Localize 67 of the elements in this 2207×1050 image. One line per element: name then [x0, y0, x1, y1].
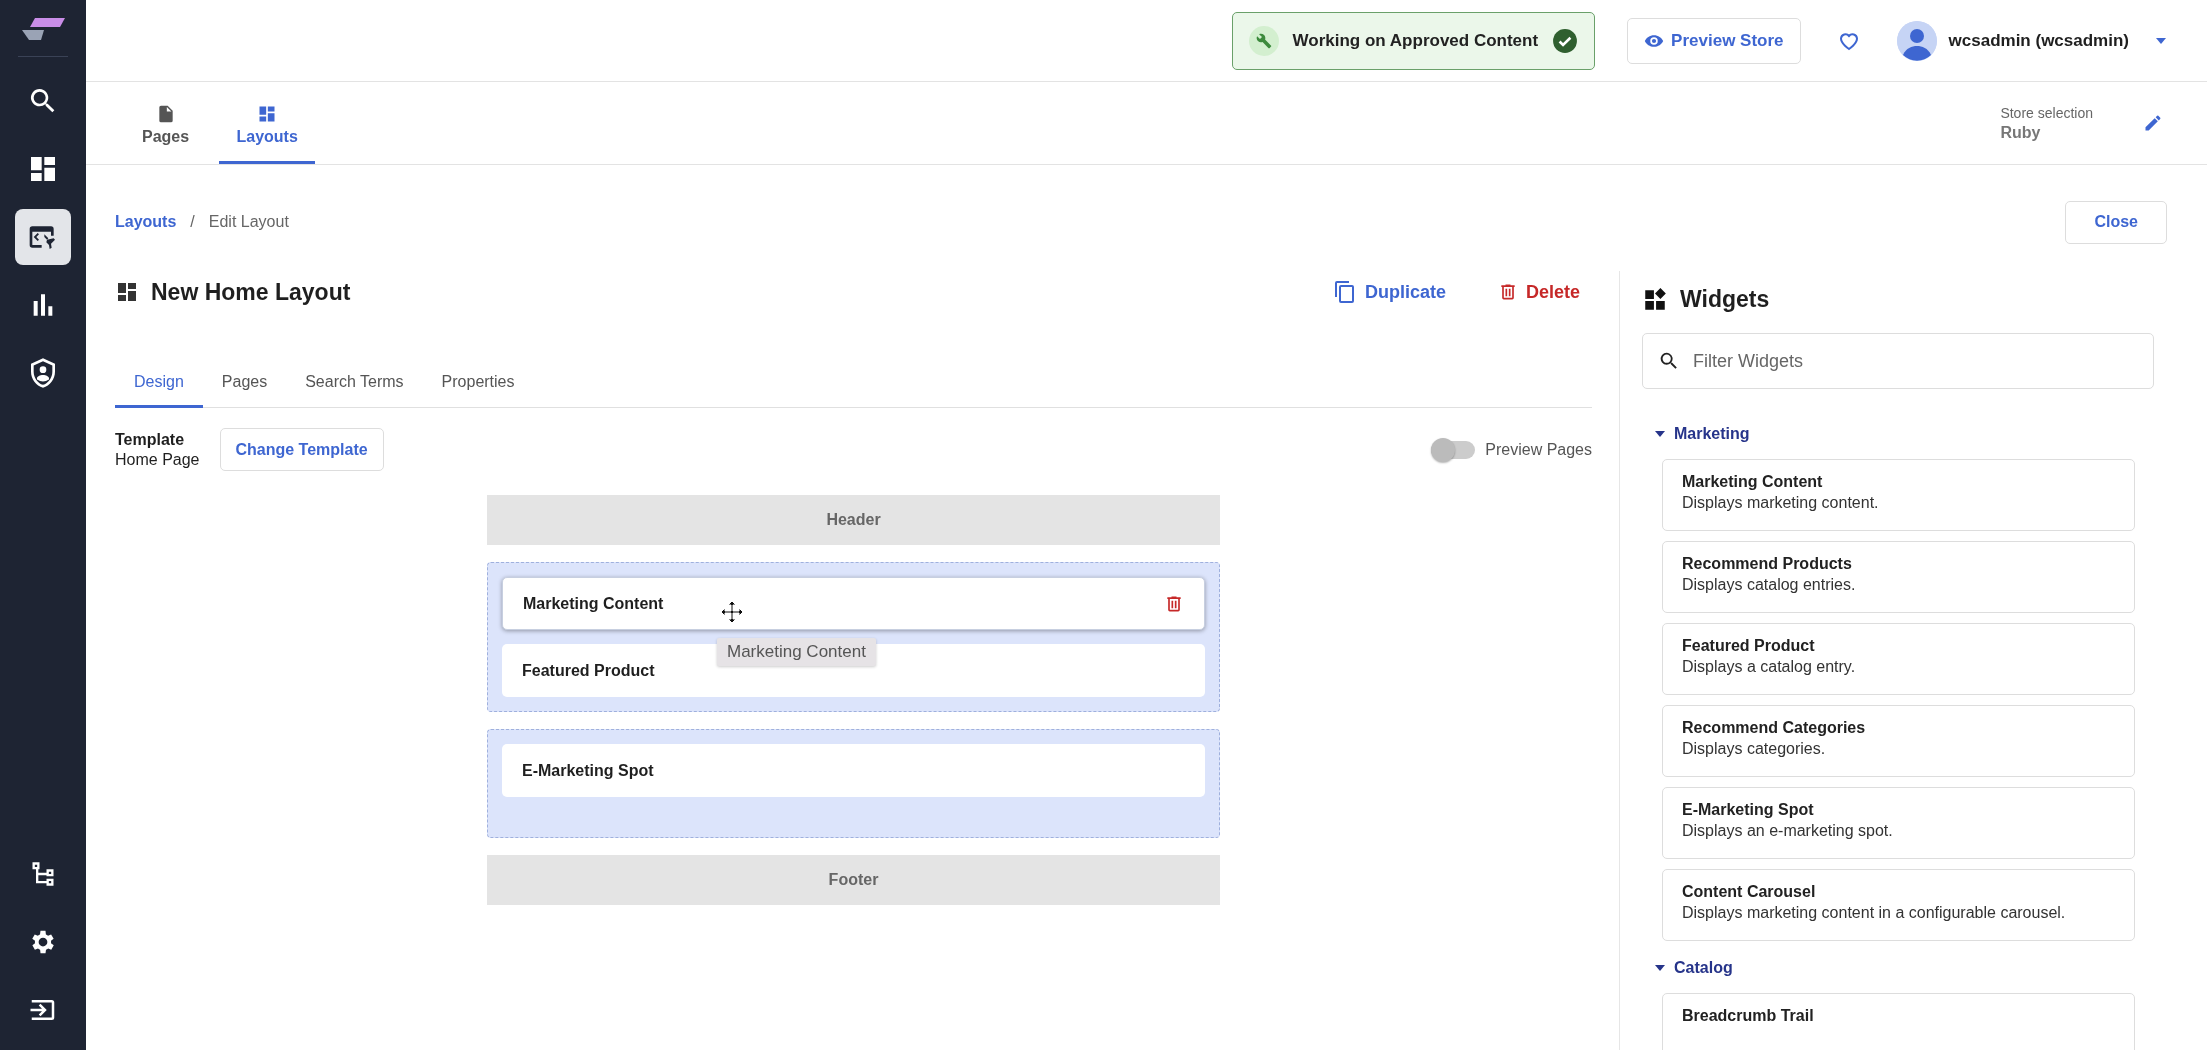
- caret-icon: [1654, 964, 1666, 972]
- toggle-switch[interactable]: [1431, 440, 1476, 459]
- drop-zone[interactable]: E-Marketing Spot: [487, 729, 1220, 838]
- layout-icon: [115, 280, 139, 304]
- wrench-icon: [1255, 32, 1272, 49]
- widget-card[interactable]: Content Carousel Displays marketing content in a configurable carousel.: [1662, 869, 2135, 941]
- pencil-icon: [2143, 113, 2163, 133]
- close-button[interactable]: Close: [2065, 200, 2167, 244]
- status-text: Working on Approved Content: [1292, 30, 1539, 51]
- footer-region: Footer: [487, 855, 1220, 905]
- widget-name: Breadcrumb Trail: [1682, 1007, 1815, 1025]
- widget-description: Displays an e-marketing spot.: [1682, 822, 1894, 840]
- tab[interactable]: Properties: [422, 363, 534, 408]
- widget-card[interactable]: Recommend Categories Displays categories.: [1662, 705, 2135, 777]
- sidebar-item[interactable]: [15, 209, 71, 265]
- duplicate-button[interactable]: Duplicate: [1320, 280, 1458, 304]
- caret-icon: [1654, 430, 1666, 438]
- widget-description: Displays categories.: [1682, 740, 1827, 758]
- store-value: Ruby: [2000, 123, 2042, 142]
- widget-name: Recommend Products: [1682, 555, 1853, 573]
- delete-button[interactable]: Delete: [1485, 281, 1592, 303]
- widget-name: Marketing Content: [1682, 473, 1824, 491]
- move-cursor-icon: [720, 600, 744, 624]
- breadcrumb-link[interactable]: Layouts: [115, 213, 177, 231]
- filter-field[interactable]: Filter Widgets: [1642, 333, 2154, 389]
- widget-card[interactable]: Marketing Content Displays marketing content.: [1662, 459, 2135, 531]
- header-region: Header: [487, 495, 1220, 545]
- widget-name: Featured Product: [1682, 637, 1816, 655]
- logo-icon[interactable]: [21, 16, 65, 42]
- store-label: Store selection: [2000, 104, 2093, 121]
- widget-card[interactable]: Breadcrumb Trail: [1662, 993, 2135, 1050]
- widget-description: Displays catalog entries.: [1682, 576, 1857, 594]
- template-value: Home Page: [115, 449, 200, 470]
- widget-description: Displays a catalog entry.: [1682, 658, 1857, 676]
- user-name[interactable]: wcsadmin (wcsadmin): [1948, 30, 2129, 51]
- avatar-icon[interactable]: [1896, 20, 1937, 61]
- change-template-button[interactable]: Change Template: [219, 428, 384, 471]
- nav-tab[interactable]: Pages: [126, 82, 206, 164]
- widget-description: Displays marketing content in a configurable carousel.: [1682, 904, 2067, 922]
- widget-card[interactable]: E-Marketing Spot: [502, 744, 1205, 797]
- panel-title: Widgets: [1680, 286, 1770, 313]
- tab[interactable]: Search Terms: [286, 363, 423, 408]
- drag-preview: Marketing Content: [717, 638, 876, 666]
- tab[interactable]: Design: [115, 363, 203, 408]
- widget-description: Displays marketing content.: [1682, 494, 1880, 512]
- widget-name: E-Marketing Spot: [1682, 801, 1815, 819]
- check-circle-icon: [1552, 27, 1579, 54]
- widget-card[interactable]: Featured Product Displays a catalog entry.: [1662, 623, 2135, 695]
- widget-name: Content Carousel: [1682, 883, 1817, 901]
- widget-card[interactable]: Marketing Content: [502, 577, 1205, 630]
- template-label: Template: [115, 429, 186, 450]
- toggle-label: Preview Pages: [1485, 440, 1592, 459]
- widget-name: Recommend Categories: [1682, 719, 1867, 737]
- search-icon: [1658, 350, 1680, 372]
- widget-card[interactable]: E-Marketing Spot Displays an e-marketing spot.: [1662, 787, 2135, 859]
- nav-tab[interactable]: Layouts: [219, 82, 316, 164]
- preview-store-button[interactable]: Preview Store: [1627, 17, 1801, 64]
- layout-title: New Home Layout: [151, 278, 351, 306]
- category-toggle[interactable]: Catalog: [1654, 959, 1733, 977]
- copy-icon: [1332, 280, 1357, 304]
- widgets-icon: [1642, 286, 1668, 313]
- breadcrumb-separator: /: [190, 213, 195, 231]
- caret-icon[interactable]: [2155, 36, 2167, 45]
- widget-card[interactable]: Recommend Products Displays catalog entries.: [1662, 541, 2135, 613]
- category-toggle[interactable]: Marketing: [1654, 425, 1750, 443]
- tab[interactable]: Pages: [202, 363, 287, 408]
- breadcrumb-current: Edit Layout: [208, 213, 289, 231]
